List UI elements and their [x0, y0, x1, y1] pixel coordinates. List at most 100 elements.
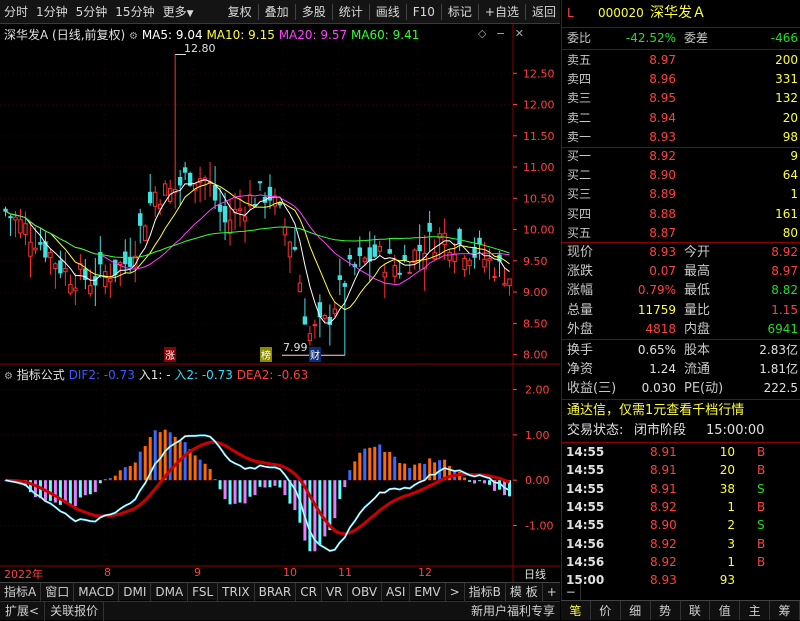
indicator-tab[interactable]: DMA — [151, 582, 189, 601]
promo-text[interactable]: 通达信，仅需1元查看千档行情 — [567, 401, 744, 421]
indicator-menu-icon[interactable]: ⚙ — [4, 371, 13, 382]
toolbar-item-tongji[interactable]: 统计 — [335, 0, 367, 24]
toolbar-item-back[interactable]: 返回 — [528, 0, 560, 24]
indicator-tab[interactable]: + — [543, 582, 562, 601]
indicator-tab[interactable]: TRIX — [218, 582, 255, 601]
promo-row[interactable]: 通达信，仅需1元查看千档行情 — [562, 401, 800, 421]
fundamental-row[interactable]: 净资 1.24 流通 1.81亿 — [562, 360, 800, 379]
toolbar-item-fuquan[interactable]: 复权 — [224, 0, 256, 24]
stat-value-2: 8.82 — [771, 283, 798, 298]
toolbar-item-biaoji[interactable]: 标记 — [444, 0, 476, 24]
stat-value-2: 8.97 — [771, 264, 798, 279]
bid-level-row[interactable]: 买一 8.92 9 — [562, 147, 800, 166]
toolbar-item-15min[interactable]: 15分钟 — [111, 0, 158, 24]
indicator-tab[interactable]: DMI — [119, 582, 152, 601]
indicator-tab[interactable]: OBV — [348, 582, 383, 601]
indicator-tab[interactable]: 指标B — [465, 582, 506, 601]
quote-panel-tab[interactable]: 笔 — [561, 601, 591, 620]
toolbar-item-5min[interactable]: 5分钟 — [72, 0, 112, 24]
stat-row[interactable]: 涨幅 0.79% 最低 8.82 — [562, 281, 800, 300]
fundamental-row[interactable]: 收益(三) 0.030 PE(动) 222.5 — [562, 379, 800, 398]
ask-level-row[interactable]: 卖二 8.94 20 — [562, 109, 800, 128]
status-expand[interactable]: 扩展< — [0, 601, 46, 621]
bid-level-row[interactable]: 买五 8.87 80 — [562, 224, 800, 243]
stat-row[interactable]: 总量 11759 量比 1.15 — [562, 301, 800, 320]
indicator-tab[interactable]: ASI — [382, 582, 411, 601]
tick-row[interactable]: 14:55 8.92 1 B — [562, 498, 800, 517]
indicator-name[interactable]: 指标公式 — [17, 368, 65, 382]
close-icon[interactable]: ✕ — [515, 27, 524, 40]
marker-bang[interactable]: 榜 — [260, 347, 272, 362]
indicator-tab[interactable]: EMV — [410, 582, 446, 601]
tick-row[interactable]: 14:55 8.90 2 S — [562, 516, 800, 535]
x-axis-period[interactable]: 日线 — [524, 566, 546, 582]
bid-level-row[interactable]: 买二 8.90 64 — [562, 166, 800, 185]
toolbar-item-diejia[interactable]: 叠加 — [261, 0, 293, 24]
weibi-row: 委比 -42.52% 委差 -466 — [562, 29, 800, 48]
bid-volume: 80 — [782, 225, 798, 240]
candle-body — [18, 219, 23, 234]
quote-panel-tab[interactable]: 筹 — [770, 601, 800, 620]
toolbar-item-more[interactable]: 更多▼ — [159, 0, 198, 24]
status-new-user-promo[interactable]: 新用户福利专享 — [466, 602, 560, 621]
indicator-tab[interactable]: 指标A — [0, 582, 42, 601]
tick-row[interactable]: 14:56 8.92 3 B — [562, 535, 800, 554]
toolbar-item-duogu[interactable]: 多股 — [298, 0, 330, 24]
candle-body — [377, 245, 382, 252]
candle-body — [217, 204, 223, 212]
tick-volume: 93 — [719, 573, 735, 588]
indicator-tab[interactable]: VR — [322, 582, 348, 601]
bid-level-label: 买二 — [567, 168, 592, 183]
bid-level-row[interactable]: 买三 8.89 1 — [562, 185, 800, 204]
indicator-tab[interactable]: > — [446, 582, 465, 601]
gear-icon[interactable]: ⚙ — [129, 31, 138, 42]
toolbar-item-add-watchlist[interactable]: +自选 — [481, 0, 523, 24]
tick-row[interactable]: 14:55 8.91 10 B — [562, 443, 800, 462]
indicator-tab[interactable]: 模 板 — [506, 582, 543, 601]
tick-side: B — [757, 463, 766, 478]
quote-panel-tab[interactable]: 细 — [621, 601, 651, 620]
indicator-tab[interactable]: MACD — [74, 582, 120, 601]
quote-panel-tab[interactable]: 价 — [591, 601, 621, 620]
quote-panel-tab[interactable]: 联 — [681, 601, 711, 620]
indicator-tab[interactable]: BRAR — [255, 582, 297, 601]
fundamental-row[interactable]: 换手 0.65% 股本 2.83亿 — [562, 341, 800, 360]
bid-level-row[interactable]: 买四 8.88 161 — [562, 205, 800, 224]
quote-panel-tab[interactable]: 势 — [651, 601, 681, 620]
macd-bar — [118, 470, 122, 481]
toolbar-item-1min[interactable]: 1分钟 — [32, 0, 72, 24]
tick-row[interactable]: 14:56 8.92 1 B — [562, 553, 800, 572]
stat-row[interactable]: 外盘 4818 内盘 6941 — [562, 320, 800, 339]
quote-panel-tab[interactable]: 值 — [710, 601, 741, 620]
stat-row[interactable]: 涨跌 0.07 最高 8.97 — [562, 262, 800, 281]
minus-icon[interactable]: − — [496, 27, 505, 40]
tick-time: 14:56 — [566, 536, 605, 551]
toolbar-item-huaxian[interactable]: 画线 — [372, 0, 404, 24]
macd-bar — [403, 463, 407, 481]
indicator-tab[interactable]: 窗口 — [41, 582, 75, 601]
candle-body — [447, 251, 452, 261]
toolbar-item-fenshi[interactable]: 分时 — [0, 0, 32, 24]
kline-chart-area[interactable]: 12.50 12.00 11.50 11.00 10.50 10.00 9.50 9.00 8.… — [0, 24, 560, 582]
ask-level-row[interactable]: 卖三 8.95 132 — [562, 89, 800, 108]
ask-level-row[interactable]: 卖四 8.96 331 — [562, 70, 800, 89]
candle-body — [487, 258, 492, 262]
marker-cai[interactable]: 财 — [309, 347, 321, 362]
diamond-icon[interactable]: ◇ — [478, 27, 486, 40]
candle-body — [382, 271, 387, 278]
marker-zhang[interactable]: 涨 — [164, 347, 176, 362]
stat-row[interactable]: 现价 8.93 今开 8.92 — [562, 243, 800, 262]
tick-row[interactable]: 14:55 8.91 20 B — [562, 461, 800, 480]
macd-bar — [88, 480, 92, 495]
bid-level-label: 买四 — [567, 206, 592, 221]
ask-level-row[interactable]: 卖一 8.93 98 — [562, 128, 800, 147]
macd-bar — [203, 463, 207, 481]
indicator-tab[interactable]: CR — [296, 582, 322, 601]
tick-row[interactable]: 14:55 8.91 38 S — [562, 480, 800, 499]
indicator-tab[interactable]: FSL — [188, 582, 219, 601]
status-related-quote[interactable]: 关联报价 — [45, 601, 105, 621]
toolbar-item-f10[interactable]: F10 — [409, 0, 439, 24]
tick-row[interactable]: 15:00 8.93 93 — [562, 571, 800, 590]
ask-level-row[interactable]: 卖五 8.97 200 — [562, 51, 800, 70]
quote-panel-tab[interactable]: 主 — [740, 601, 771, 620]
